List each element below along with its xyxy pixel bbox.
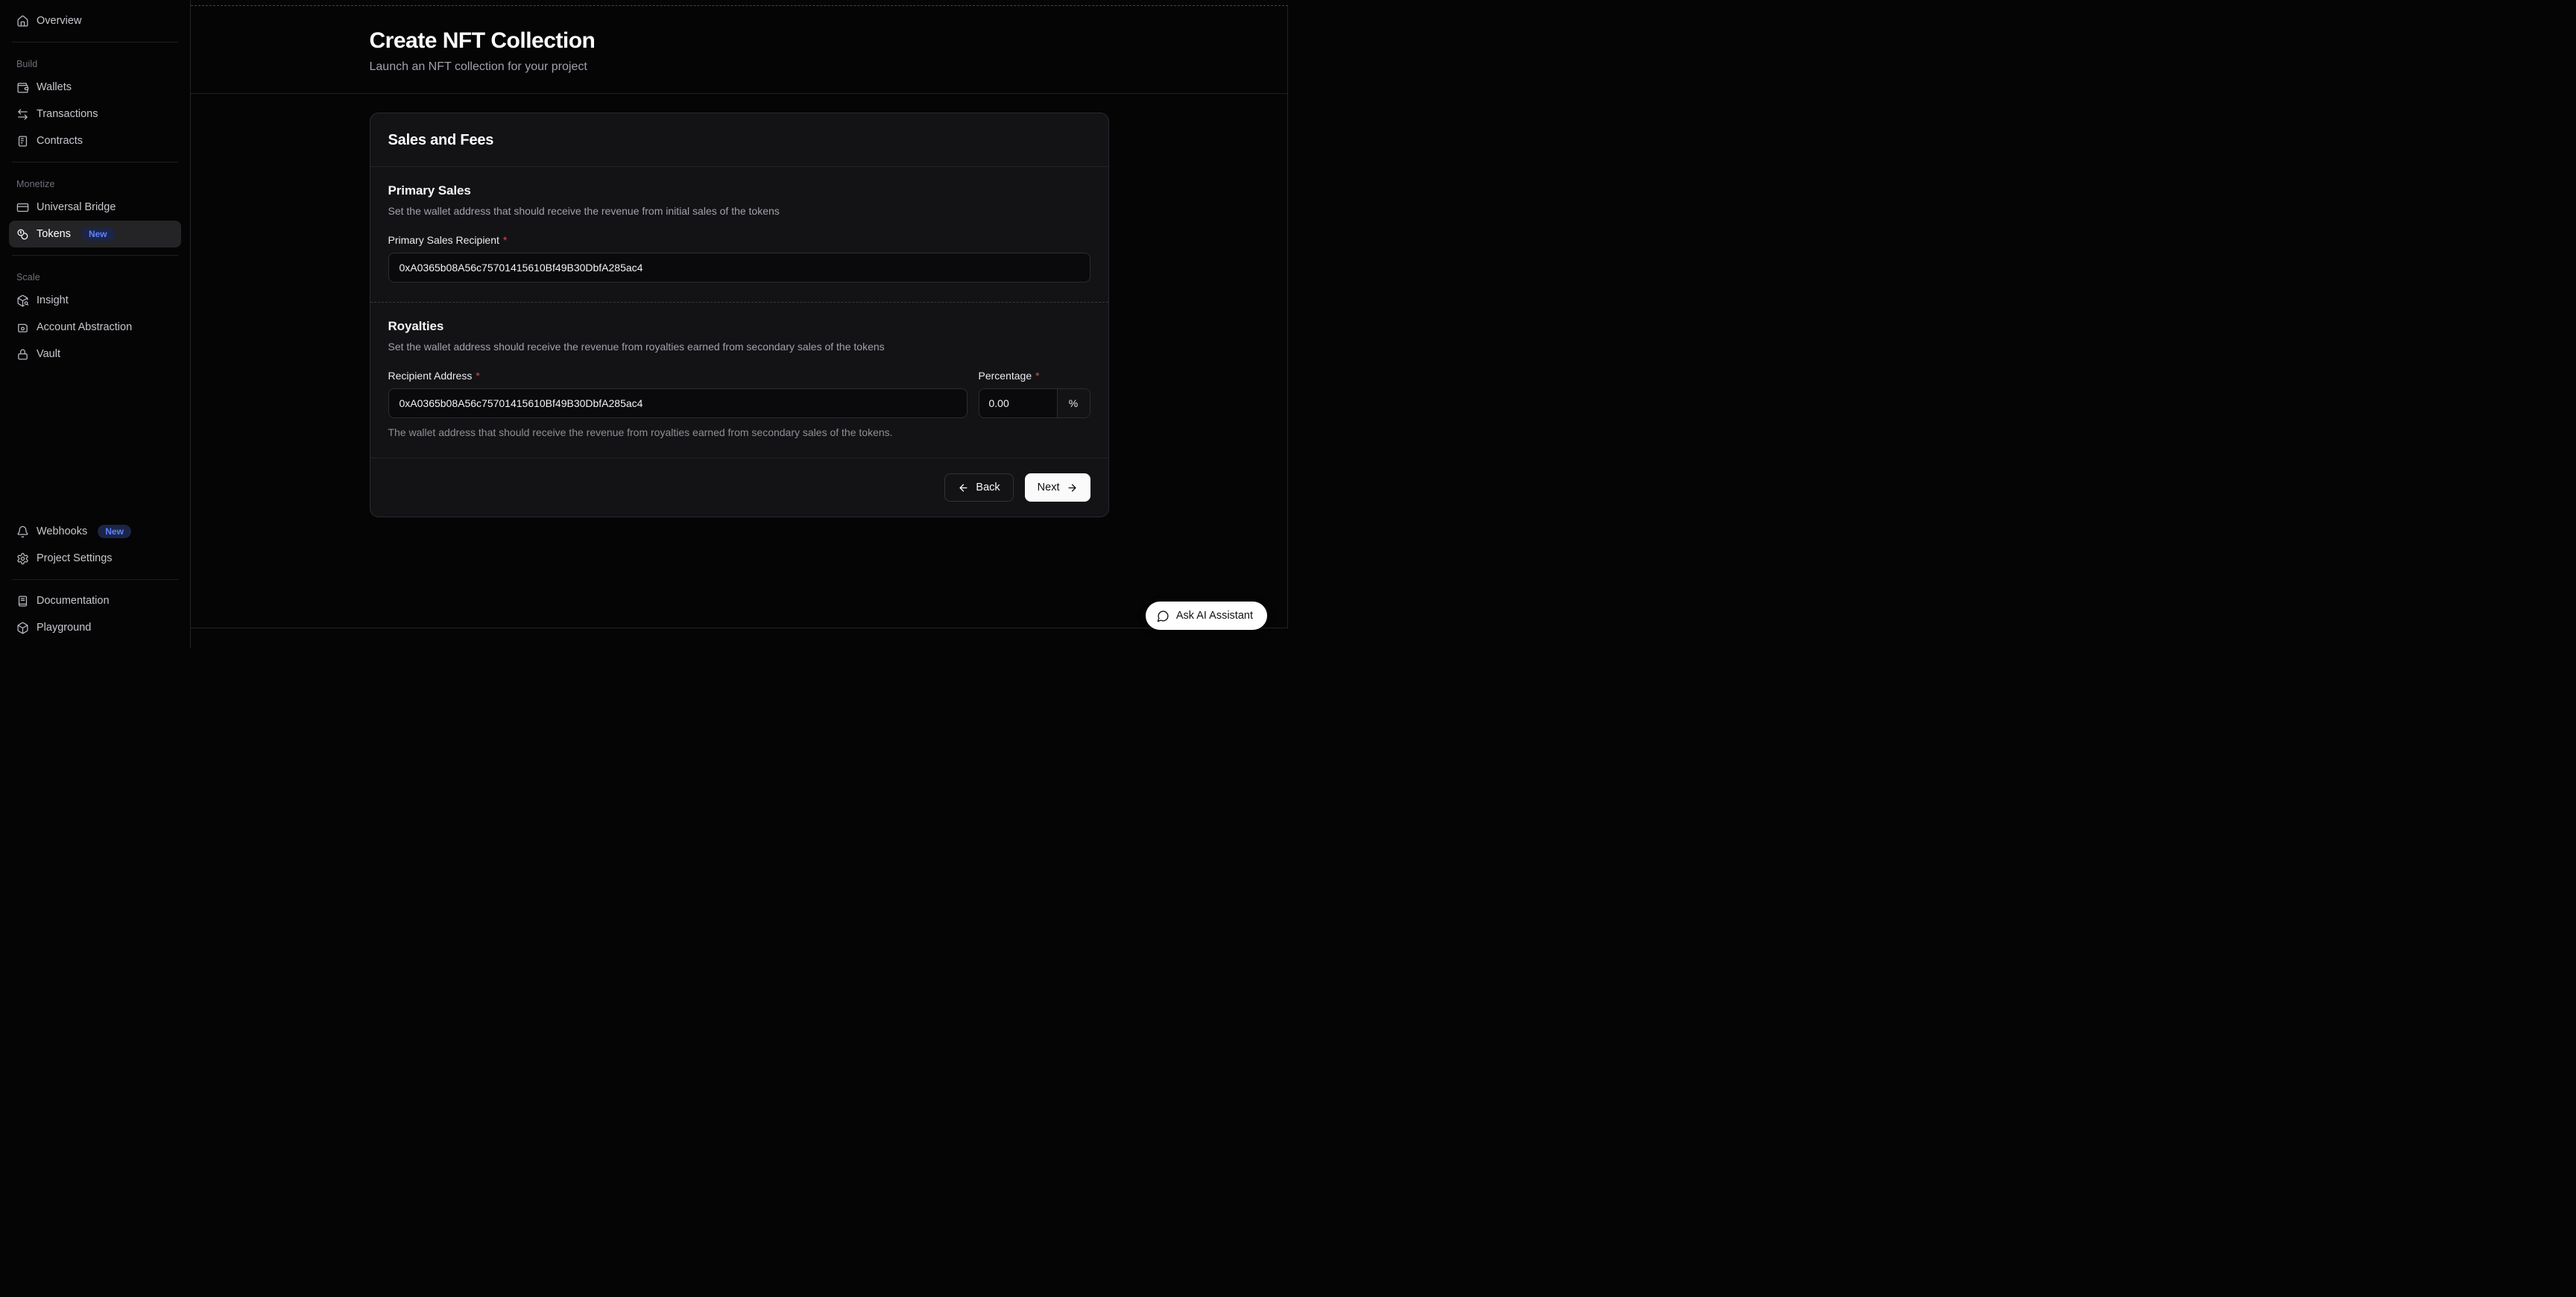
new-badge: New: [98, 525, 131, 538]
royalty-percentage-field: Percentage * %: [979, 370, 1090, 418]
card-header: Sales and Fees: [370, 113, 1108, 167]
recipient-address-label: Recipient Address: [388, 370, 473, 382]
arrow-right-icon: [1067, 482, 1078, 493]
sidebar-item-label: Contracts: [37, 135, 83, 147]
sidebar-item-label: Insight: [37, 294, 69, 306]
primary-sales-recipient-field: Primary Sales Recipient *: [388, 234, 1090, 283]
percentage-input[interactable]: [979, 389, 1057, 417]
page-subtitle: Launch an NFT collection for your projec…: [370, 60, 1109, 74]
page-body: Sales and Fees Primary Sales Set the wal…: [191, 94, 1287, 628]
sidebar-item-contracts[interactable]: Contracts: [9, 127, 181, 154]
next-button[interactable]: Next: [1025, 473, 1090, 502]
sidebar-spacer: [9, 367, 181, 518]
sidebar-item-account-abstraction[interactable]: Account Abstraction: [9, 314, 181, 341]
smart-wallet-icon: [16, 321, 29, 334]
sidebar-item-project-settings[interactable]: Project Settings: [9, 545, 181, 572]
cube-icon: [16, 622, 29, 634]
arrow-left-icon: [958, 482, 969, 493]
sidebar-item-label: Project Settings: [37, 552, 113, 564]
chat-bubble-icon: [1157, 610, 1169, 622]
sidebar-item-documentation[interactable]: Documentation: [9, 587, 181, 614]
sidebar-divider: [12, 255, 178, 256]
ask-ai-assistant-label: Ask AI Assistant: [1176, 610, 1253, 622]
sidebar-item-label: Vault: [37, 348, 60, 360]
sidebar-item-tokens[interactable]: Tokens New: [9, 221, 181, 247]
royalties-fields-row: Recipient Address * The wallet address t…: [388, 370, 1090, 438]
sidebar-item-label: Transactions: [37, 108, 98, 120]
main-content: Create NFT Collection Launch an NFT coll…: [191, 0, 1288, 648]
royalty-helper-text: The wallet address that should receive t…: [388, 426, 967, 438]
sidebar-item-label: Playground: [37, 622, 91, 634]
home-icon: [16, 15, 29, 28]
percent-suffix: %: [1057, 389, 1090, 417]
sidebar-item-insight[interactable]: Insight: [9, 287, 181, 314]
sidebar-item-webhooks[interactable]: Webhooks New: [9, 518, 181, 545]
package-search-icon: [16, 294, 29, 307]
credit-card-icon: [16, 201, 29, 214]
next-button-label: Next: [1038, 482, 1060, 493]
primary-sales-recipient-input[interactable]: [388, 253, 1090, 283]
royalties-description: Set the wallet address should receive th…: [388, 341, 1090, 353]
sidebar: Overview Build Wallets Transactions Cont…: [0, 0, 191, 648]
sidebar-divider: [12, 579, 178, 580]
sidebar-item-transactions[interactable]: Transactions: [9, 101, 181, 127]
book-icon: [16, 595, 29, 608]
primary-sales-recipient-label: Primary Sales Recipient: [388, 234, 499, 246]
document-icon: [16, 135, 29, 148]
sidebar-item-label: Wallets: [37, 81, 72, 93]
sidebar-item-wallets[interactable]: Wallets: [9, 74, 181, 101]
page-header: Create NFT Collection Launch an NFT coll…: [191, 6, 1287, 94]
lock-icon: [16, 348, 29, 361]
sidebar-item-label: Account Abstraction: [37, 321, 132, 333]
royalty-recipient-field: Recipient Address * The wallet address t…: [388, 370, 967, 438]
required-asterisk: *: [503, 234, 507, 246]
coins-icon: [16, 228, 29, 241]
bell-icon: [16, 526, 29, 538]
required-asterisk: *: [476, 370, 479, 382]
sidebar-section-monetize: Monetize: [9, 179, 181, 189]
royalties-section: Royalties Set the wallet address should …: [370, 302, 1108, 458]
card-title: Sales and Fees: [388, 132, 1090, 149]
sidebar-item-label: Overview: [37, 15, 81, 27]
wallet-icon: [16, 81, 29, 94]
ask-ai-assistant-button[interactable]: Ask AI Assistant: [1146, 602, 1267, 630]
sidebar-item-overview[interactable]: Overview: [9, 7, 181, 34]
app-root: Overview Build Wallets Transactions Cont…: [0, 0, 1288, 648]
arrows-swap-icon: [16, 108, 29, 121]
back-button[interactable]: Back: [944, 473, 1013, 502]
card-footer: Back Next: [370, 458, 1108, 517]
primary-sales-description: Set the wallet address that should recei…: [388, 205, 1090, 217]
sidebar-item-label: Documentation: [37, 595, 110, 607]
percentage-input-group: %: [979, 388, 1090, 418]
required-asterisk: *: [1035, 370, 1039, 382]
sidebar-item-universal-bridge[interactable]: Universal Bridge: [9, 194, 181, 221]
page-title: Create NFT Collection: [370, 28, 1109, 54]
sidebar-item-vault[interactable]: Vault: [9, 341, 181, 367]
content-frame: Create NFT Collection Launch an NFT coll…: [191, 5, 1288, 628]
royalties-heading: Royalties: [388, 319, 1090, 334]
back-button-label: Back: [976, 482, 1000, 493]
recipient-address-input[interactable]: [388, 388, 967, 418]
gear-icon: [16, 552, 29, 565]
sales-and-fees-card: Sales and Fees Primary Sales Set the wal…: [370, 113, 1109, 517]
primary-sales-section: Primary Sales Set the wallet address tha…: [370, 167, 1108, 302]
sidebar-item-label: Universal Bridge: [37, 201, 116, 213]
primary-sales-heading: Primary Sales: [388, 183, 1090, 198]
sidebar-item-label: Tokens: [37, 228, 71, 240]
sidebar-item-label: Webhooks: [37, 526, 87, 537]
new-badge: New: [81, 227, 115, 241]
sidebar-section-build: Build: [9, 59, 181, 69]
sidebar-section-scale: Scale: [9, 272, 181, 283]
sidebar-item-playground[interactable]: Playground: [9, 614, 181, 641]
percentage-label: Percentage: [979, 370, 1032, 382]
